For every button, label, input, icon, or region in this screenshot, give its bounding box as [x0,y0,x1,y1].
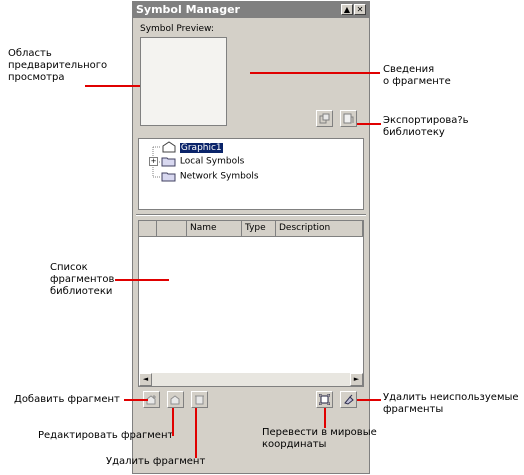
delete-symbol-button[interactable] [191,391,208,408]
callout-line [250,72,380,74]
column-header[interactable] [139,221,157,237]
tree-item-label: Graphic1 [179,142,223,153]
tree-item-local-symbols[interactable]: Local Symbols [161,155,244,167]
horizontal-scrollbar[interactable]: ◄ ► [139,373,363,386]
annotation-add-symbol: Добавить фрагмент [14,394,120,405]
delete-symbol-icon [195,395,204,405]
export-icon [319,113,330,124]
column-header-name[interactable]: Name [187,221,242,237]
callout-line [357,399,381,401]
annotation-edit-symbol: Редактировать фрагмент [38,430,174,441]
annotation-preview-area: Область предварительного просмотра [8,48,108,83]
callout-line [172,408,174,436]
tree-item-label: Local Symbols [179,156,245,167]
annotation-world-coords: Перевести в мировые координаты [262,427,377,450]
callout-line [324,408,326,428]
symbol-preview-area [140,37,227,126]
export-library-button[interactable] [316,110,333,127]
callout-line [85,85,140,87]
broom-icon [344,394,354,405]
tree-expander[interactable]: + [149,157,158,166]
export-symbol-button[interactable] [340,110,357,127]
window-title: Symbol Manager [136,3,240,16]
column-header-type[interactable]: Type [242,221,276,237]
callout-line [124,399,148,401]
frame-corners-icon [319,394,330,405]
symbol-library-tree[interactable]: Graphic1 + Local Symbols Network Symbols [138,138,364,210]
folder-icon [161,157,176,167]
export-page-icon [343,113,354,124]
callout-line [357,123,381,125]
tree-item-network-symbols[interactable]: Network Symbols [161,170,259,182]
annotation-library-list: Список фрагментов библиотеки [50,262,115,297]
splitter[interactable] [136,214,366,216]
tree-item-label: Network Symbols [179,171,259,182]
column-header[interactable] [157,221,187,237]
minimize-button[interactable]: ▲ [341,4,353,15]
callout-line [115,279,169,281]
convert-to-world-coords-button[interactable] [316,391,333,408]
annotation-remove-unused: Удалить неиспользуемые фрагменты [383,392,519,415]
remove-unused-button[interactable] [340,391,357,408]
edit-symbol-icon [170,395,180,405]
document-arrow-icon [162,141,176,153]
edit-symbol-button[interactable] [167,391,184,408]
folder-icon [161,172,176,182]
tree-item-graphic1[interactable]: Graphic1 [161,141,223,153]
annotation-symbol-info: Сведения о фрагменте [383,64,451,87]
annotation-delete-symbol: Удалить фрагмент [106,456,206,467]
symbol-list[interactable]: Name Type Description ◄ ► [138,220,364,387]
annotation-export-library: Экспортирова?ь библиотеку [383,115,469,138]
callout-line [195,408,197,458]
preview-label: Symbol Preview: [140,24,214,34]
close-button[interactable]: ✕ [354,4,366,15]
scroll-right-button[interactable]: ► [350,373,363,386]
column-header-description[interactable]: Description [276,221,363,237]
scroll-left-button[interactable]: ◄ [139,373,152,386]
title-bar: Symbol Manager [133,2,369,18]
